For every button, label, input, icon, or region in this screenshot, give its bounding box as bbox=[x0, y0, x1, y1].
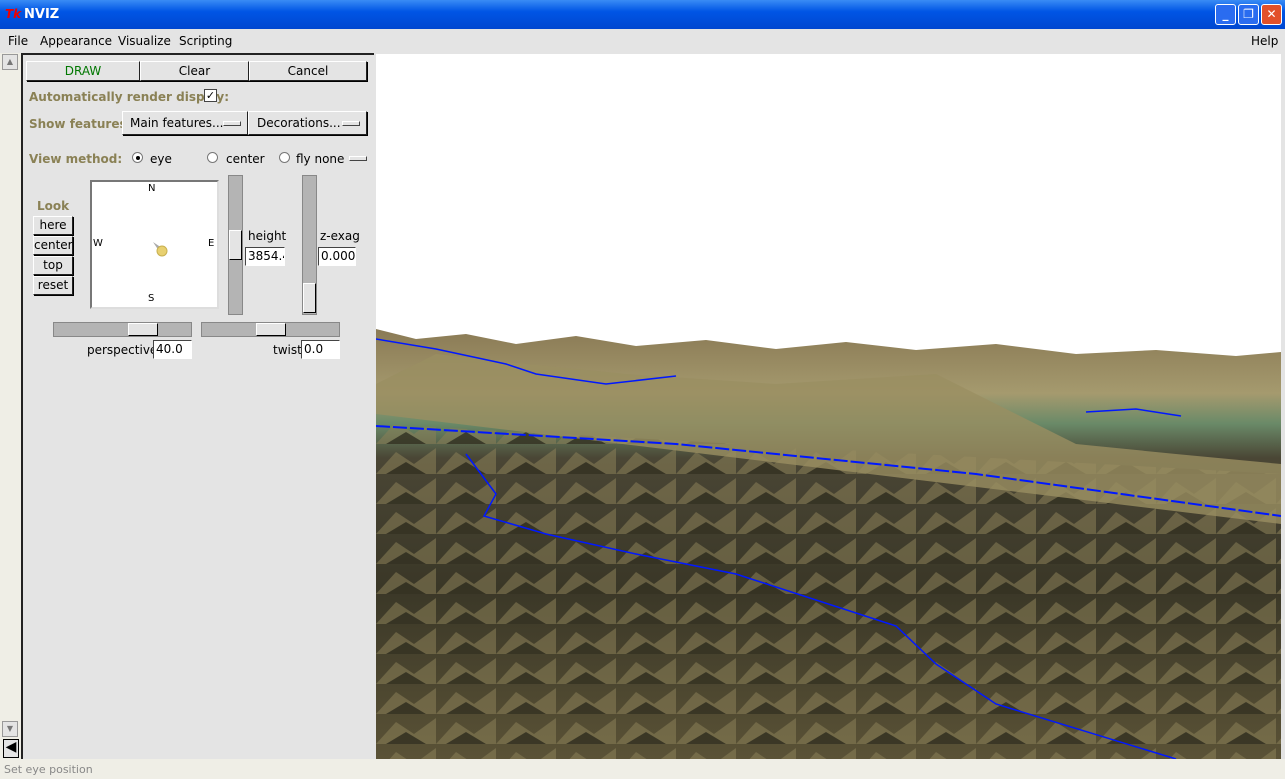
dropdown-indicator-icon bbox=[223, 121, 241, 126]
compass-west: W bbox=[93, 238, 103, 249]
menu-scripting[interactable]: Scripting bbox=[179, 34, 232, 48]
compass-north: N bbox=[148, 183, 156, 194]
status-bar: Set eye position bbox=[0, 759, 1285, 779]
zexag-slider[interactable] bbox=[302, 175, 317, 315]
3d-render-canvas[interactable] bbox=[376, 54, 1281, 759]
twist-input[interactable]: 0.0 bbox=[301, 340, 340, 359]
fly-dropdown-icon[interactable] bbox=[349, 156, 367, 161]
eye-position-icon[interactable] bbox=[150, 238, 170, 258]
radio-eye[interactable] bbox=[132, 152, 143, 163]
terrain-render bbox=[376, 329, 1281, 759]
twist-label: twist bbox=[273, 343, 302, 357]
look-label: Look bbox=[37, 199, 70, 213]
menu-help[interactable]: Help bbox=[1251, 34, 1278, 48]
height-input[interactable]: 3854.4 bbox=[245, 247, 285, 266]
position-compass[interactable]: N S W E bbox=[90, 180, 219, 309]
height-slider[interactable] bbox=[228, 175, 243, 315]
restore-button[interactable]: ❐ bbox=[1238, 4, 1259, 25]
auto-render-checkbox[interactable]: ✓ bbox=[204, 89, 217, 102]
menu-appearance[interactable]: Appearance bbox=[40, 34, 112, 48]
menu-file[interactable]: File bbox=[8, 34, 28, 48]
radio-center-label: center bbox=[226, 152, 265, 166]
radio-fly[interactable] bbox=[279, 152, 290, 163]
perspective-input[interactable]: 40.0 bbox=[153, 340, 192, 359]
title-bar: Tk NVIZ _ ❐ ✕ bbox=[0, 0, 1285, 29]
scroll-down-icon[interactable]: ▼ bbox=[2, 721, 18, 737]
perspective-label: perspective bbox=[87, 343, 158, 357]
decorations-label: Decorations... bbox=[257, 116, 341, 130]
compass-east: E bbox=[208, 238, 215, 249]
tk-logo-icon: Tk bbox=[5, 7, 22, 21]
main-features-menubutton[interactable]: Main features... bbox=[122, 111, 248, 135]
window-title: NVIZ bbox=[24, 7, 60, 22]
perspective-slider[interactable] bbox=[53, 322, 192, 337]
compass-south: S bbox=[148, 293, 155, 304]
cancel-button[interactable]: Cancel bbox=[249, 61, 367, 81]
control-panel: DRAW Clear Cancel Automatically render d… bbox=[21, 53, 374, 759]
draw-button[interactable]: DRAW bbox=[26, 61, 140, 81]
look-top-button[interactable]: top bbox=[33, 256, 73, 275]
decorations-menubutton[interactable]: Decorations... bbox=[248, 111, 367, 135]
auto-render-label: Automatically render display: bbox=[29, 90, 230, 104]
menu-visualize[interactable]: Visualize bbox=[118, 34, 171, 48]
zexag-input[interactable]: 0.0000 bbox=[318, 247, 356, 266]
show-features-label: Show features: bbox=[29, 117, 132, 131]
perspective-slider-thumb[interactable] bbox=[128, 323, 158, 336]
scroll-up-icon[interactable]: ▲ bbox=[2, 54, 18, 70]
radio-fly-label: fly none bbox=[296, 152, 345, 166]
view-method-label: View method: bbox=[29, 152, 123, 166]
menu-bar: File Appearance Visualize Scripting Help bbox=[0, 29, 1285, 53]
radio-center[interactable] bbox=[207, 152, 218, 163]
close-button[interactable]: ✕ bbox=[1261, 4, 1282, 25]
minimize-button[interactable]: _ bbox=[1215, 4, 1236, 25]
look-center-button[interactable]: center bbox=[33, 236, 73, 255]
clear-button[interactable]: Clear bbox=[140, 61, 249, 81]
height-slider-thumb[interactable] bbox=[229, 230, 242, 260]
twist-slider[interactable] bbox=[201, 322, 340, 337]
zexag-label: z-exag bbox=[320, 229, 360, 243]
twist-slider-thumb[interactable] bbox=[256, 323, 286, 336]
look-here-button[interactable]: here bbox=[33, 216, 73, 235]
zexag-slider-thumb[interactable] bbox=[303, 283, 316, 313]
look-reset-button[interactable]: reset bbox=[33, 276, 73, 295]
vertical-scrollbar[interactable]: ▲ ▼ ◀ bbox=[0, 53, 21, 759]
main-features-label: Main features... bbox=[130, 116, 224, 130]
radio-eye-label: eye bbox=[150, 152, 172, 166]
scroll-left-icon[interactable]: ◀ bbox=[3, 739, 19, 758]
height-label: height bbox=[248, 229, 287, 243]
dropdown-indicator-icon bbox=[342, 121, 360, 126]
